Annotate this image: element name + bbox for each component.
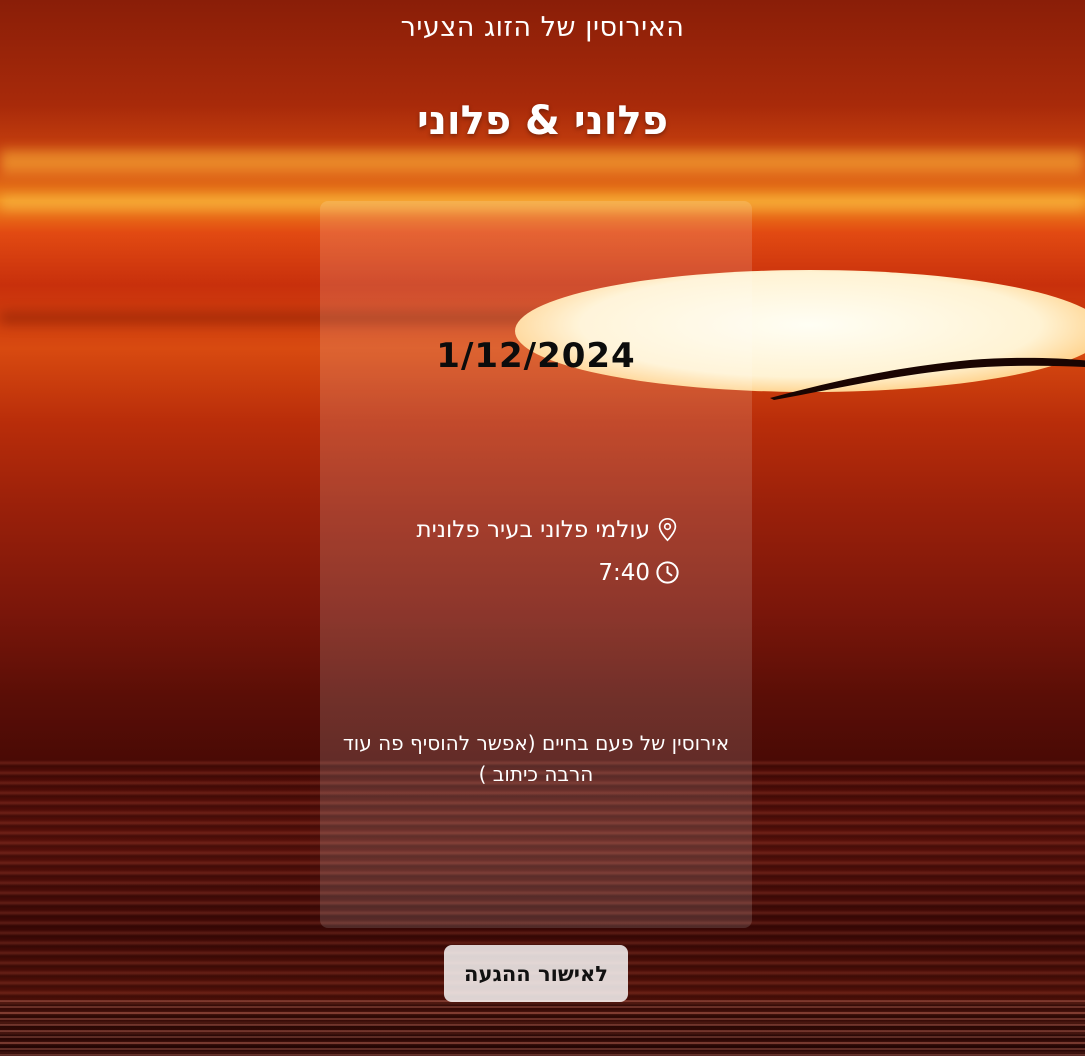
invitation-subtitle: האירוסין של הזוג הצעיר bbox=[400, 12, 685, 43]
location-row: עולמי פלוני בעיר פלונית bbox=[417, 516, 681, 543]
details-card bbox=[320, 201, 752, 928]
event-description: אירוסין של פעם בחיים (אפשר להוסיף פה עוד… bbox=[342, 731, 730, 786]
map-pin-icon bbox=[658, 517, 677, 542]
clock-icon bbox=[656, 561, 679, 584]
time-text: 7:40 bbox=[598, 559, 650, 586]
time-row: 7:40 bbox=[598, 559, 681, 586]
cloud-band bbox=[0, 150, 1085, 174]
rsvp-button[interactable]: לאישור ההגעה bbox=[444, 945, 628, 1002]
location-text: עולמי פלוני בעיר פלונית bbox=[416, 516, 650, 543]
event-date: 1/12/2024 bbox=[436, 336, 636, 376]
sea-glint bbox=[0, 1000, 1085, 1056]
branch-silhouette bbox=[770, 357, 1085, 400]
couple-names: פלוני & פלוני bbox=[416, 98, 668, 144]
